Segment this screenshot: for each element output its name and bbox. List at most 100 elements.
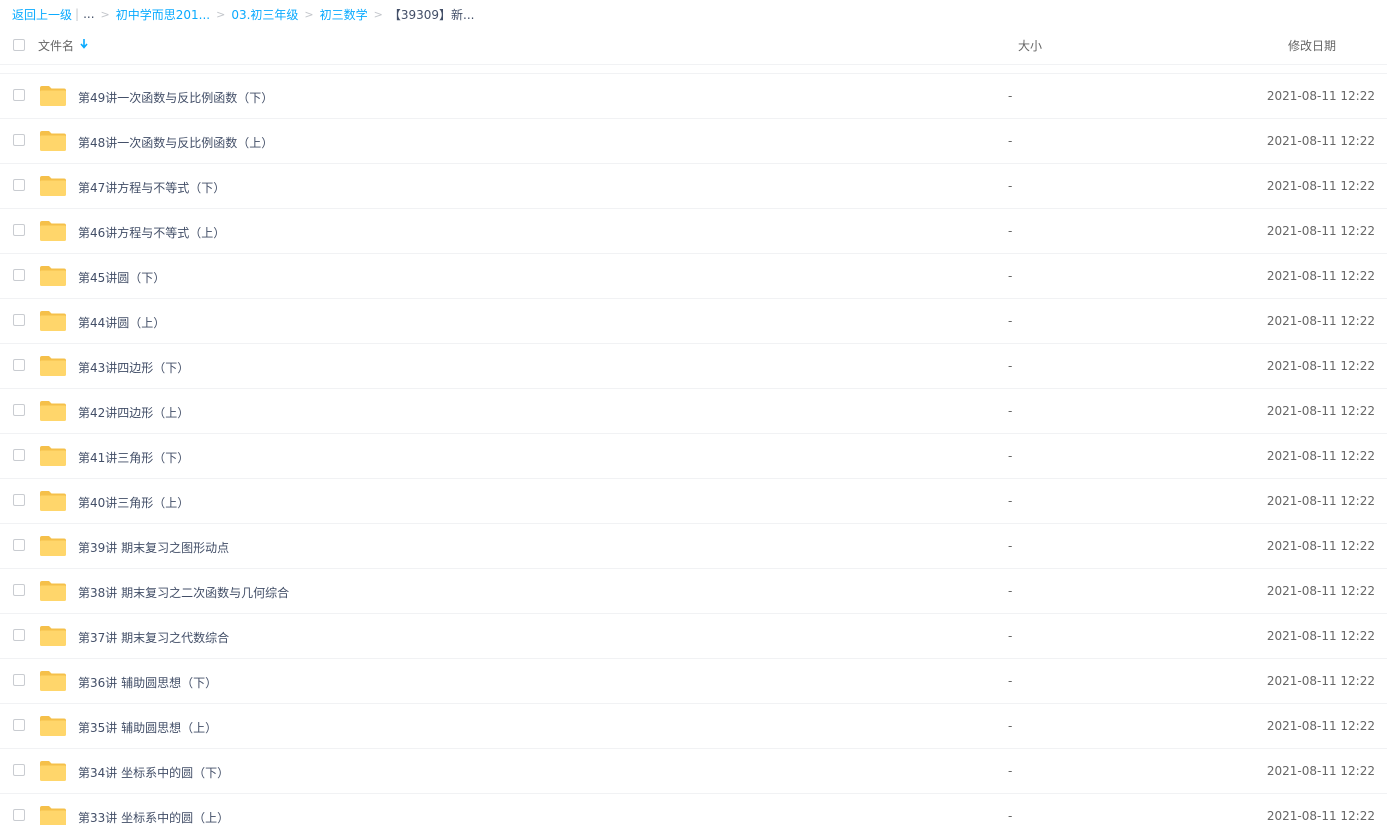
- table-row[interactable]: 第37讲 期末复习之代数综合 - 2021-08-11 12:22: [0, 614, 1387, 659]
- row-checkbox[interactable]: [13, 494, 25, 506]
- row-checkbox[interactable]: [13, 719, 25, 731]
- table-row[interactable]: 第49讲一次函数与反比例函数（下） - 2021-08-11 12:22: [0, 74, 1387, 119]
- row-checkbox[interactable]: [13, 449, 25, 461]
- breadcrumb-item[interactable]: 初三数学: [320, 6, 368, 23]
- folder-icon: [39, 805, 67, 825]
- file-size: -: [1008, 359, 1013, 373]
- file-name[interactable]: 第33讲 坐标系中的圆（上）: [78, 809, 229, 825]
- file-name[interactable]: 第47讲方程与不等式（下）: [78, 179, 225, 196]
- breadcrumb-divider: |: [75, 7, 80, 21]
- table-row[interactable]: 第42讲四边形（上） - 2021-08-11 12:22: [0, 389, 1387, 434]
- row-checkbox[interactable]: [13, 809, 25, 821]
- table-row[interactable]: 第40讲三角形（上） - 2021-08-11 12:22: [0, 479, 1387, 524]
- file-name[interactable]: 第35讲 辅助圆思想（上）: [78, 719, 217, 736]
- folder-icon: [39, 175, 67, 197]
- file-name[interactable]: 第46讲方程与不等式（上）: [78, 224, 225, 241]
- folder-icon: [39, 310, 67, 332]
- file-date: 2021-08-11 12:22: [1266, 449, 1375, 463]
- row-checkbox[interactable]: [13, 674, 25, 686]
- file-name[interactable]: 第38讲 期末复习之二次函数与几何综合: [78, 584, 289, 601]
- table-row[interactable]: 第46讲方程与不等式（上） - 2021-08-11 12:22: [0, 209, 1387, 254]
- table-row[interactable]: 第41讲三角形（下） - 2021-08-11 12:22: [0, 434, 1387, 479]
- file-name[interactable]: 第49讲一次函数与反比例函数（下）: [78, 89, 273, 106]
- file-size: -: [1008, 494, 1013, 508]
- file-name[interactable]: 第40讲三角形（上）: [78, 494, 189, 511]
- row-checkbox[interactable]: [13, 224, 25, 236]
- table-row[interactable]: 第39讲 期末复习之图形动点 - 2021-08-11 12:22: [0, 524, 1387, 569]
- folder-icon: [39, 670, 67, 692]
- file-name[interactable]: 第43讲四边形（下）: [78, 359, 189, 376]
- row-checkbox[interactable]: [13, 359, 25, 371]
- file-browser: 返回上一级 | ... > 初中学而思201... > 03.初三年级 > 初三…: [0, 0, 1387, 825]
- table-row[interactable]: 第36讲 辅助圆思想（下） - 2021-08-11 12:22: [0, 659, 1387, 704]
- table-row[interactable]: 第48讲一次函数与反比例函数（上） - 2021-08-11 12:22: [0, 119, 1387, 164]
- folder-icon: [39, 580, 67, 602]
- row-checkbox[interactable]: [13, 134, 25, 146]
- file-list: 第49讲一次函数与反比例函数（下） - 2021-08-11 12:22 第48…: [0, 73, 1387, 825]
- file-date: 2021-08-11 12:22: [1266, 224, 1375, 238]
- file-name[interactable]: 第45讲圆（下）: [78, 269, 165, 286]
- file-name[interactable]: 第44讲圆（上）: [78, 314, 165, 331]
- file-size: -: [1008, 134, 1013, 148]
- file-name[interactable]: 第37讲 期末复习之代数综合: [78, 629, 229, 646]
- row-checkbox[interactable]: [13, 89, 25, 101]
- file-name[interactable]: 第34讲 坐标系中的圆（下）: [78, 764, 229, 781]
- row-checkbox[interactable]: [13, 584, 25, 596]
- table-row[interactable]: 第38讲 期末复习之二次函数与几何综合 - 2021-08-11 12:22: [0, 569, 1387, 614]
- file-date: 2021-08-11 12:22: [1266, 89, 1375, 103]
- table-row[interactable]: 第34讲 坐标系中的圆（下） - 2021-08-11 12:22: [0, 749, 1387, 794]
- table-row[interactable]: 第35讲 辅助圆思想（上） - 2021-08-11 12:22: [0, 704, 1387, 749]
- row-checkbox[interactable]: [13, 629, 25, 641]
- row-checkbox[interactable]: [13, 179, 25, 191]
- file-date: 2021-08-11 12:22: [1266, 764, 1375, 778]
- file-date: 2021-08-11 12:22: [1266, 674, 1375, 688]
- file-name[interactable]: 第39讲 期末复习之图形动点: [78, 539, 229, 556]
- column-header-name: 文件名: [38, 39, 75, 53]
- file-size: -: [1008, 269, 1013, 283]
- file-size: -: [1008, 89, 1013, 103]
- chevron-right-icon: >: [216, 7, 226, 21]
- sort-by-name[interactable]: 文件名: [38, 37, 88, 54]
- file-size: -: [1008, 179, 1013, 193]
- folder-icon: [39, 85, 67, 107]
- table-row[interactable]: 第43讲四边形（下） - 2021-08-11 12:22: [0, 344, 1387, 389]
- folder-icon: [39, 355, 67, 377]
- file-name[interactable]: 第36讲 辅助圆思想（下）: [78, 674, 217, 691]
- back-link[interactable]: 返回上一级: [12, 6, 72, 23]
- breadcrumb-item[interactable]: 初中学而思201...: [116, 6, 210, 23]
- breadcrumb-item[interactable]: 03.初三年级: [231, 6, 298, 23]
- folder-icon: [39, 625, 67, 647]
- row-checkbox[interactable]: [13, 314, 25, 326]
- table-row[interactable]: 第44讲圆（上） - 2021-08-11 12:22: [0, 299, 1387, 344]
- breadcrumb-ellipsis[interactable]: ...: [83, 7, 94, 21]
- file-size: -: [1008, 449, 1013, 463]
- table-row[interactable]: 第45讲圆（下） - 2021-08-11 12:22: [0, 254, 1387, 299]
- row-checkbox[interactable]: [13, 404, 25, 416]
- list-header: 文件名 大小 修改日期: [0, 26, 1387, 65]
- file-size: -: [1008, 539, 1013, 553]
- file-size: -: [1008, 809, 1013, 823]
- row-checkbox[interactable]: [13, 269, 25, 281]
- row-checkbox[interactable]: [13, 764, 25, 776]
- arrow-down-icon: [80, 39, 88, 52]
- file-date: 2021-08-11 12:22: [1266, 314, 1375, 328]
- file-name[interactable]: 第41讲三角形（下）: [78, 449, 189, 466]
- select-all-checkbox[interactable]: [13, 39, 25, 51]
- file-size: -: [1008, 719, 1013, 733]
- file-size: -: [1008, 674, 1013, 688]
- table-row[interactable]: 第33讲 坐标系中的圆（上） - 2021-08-11 12:22: [0, 794, 1387, 825]
- folder-icon: [39, 490, 67, 512]
- breadcrumb: 返回上一级 | ... > 初中学而思201... > 03.初三年级 > 初三…: [12, 6, 474, 22]
- row-checkbox[interactable]: [13, 539, 25, 551]
- file-name[interactable]: 第42讲四边形（上）: [78, 404, 189, 421]
- file-date: 2021-08-11 12:22: [1266, 359, 1375, 373]
- file-size: -: [1008, 629, 1013, 643]
- column-header-date[interactable]: 修改日期: [1288, 37, 1336, 54]
- file-size: -: [1008, 404, 1013, 418]
- column-header-size[interactable]: 大小: [1018, 37, 1042, 54]
- file-date: 2021-08-11 12:22: [1266, 584, 1375, 598]
- folder-icon: [39, 265, 67, 287]
- table-row[interactable]: 第47讲方程与不等式（下） - 2021-08-11 12:22: [0, 164, 1387, 209]
- file-name[interactable]: 第48讲一次函数与反比例函数（上）: [78, 134, 273, 151]
- folder-icon: [39, 400, 67, 422]
